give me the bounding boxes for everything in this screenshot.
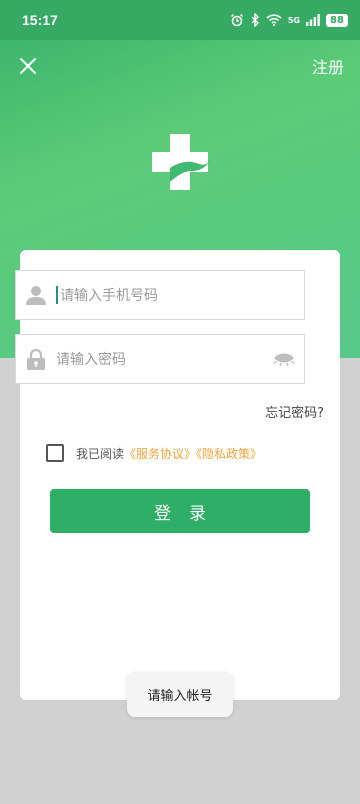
status-bar: 15:17 5G 88 [0, 0, 360, 40]
user-icon [16, 271, 56, 319]
lock-icon [16, 335, 56, 383]
battery-indicator: 88 [326, 13, 348, 27]
phone-field[interactable]: 请输入手机号码 [15, 270, 305, 320]
password-input[interactable]: 请输入密码 [56, 349, 264, 369]
medical-cross-hand-icon [152, 134, 211, 190]
forgot-password-link[interactable]: 忘记密码? [265, 402, 324, 421]
bluetooth-icon [250, 13, 260, 27]
password-field[interactable]: 请输入密码 [15, 334, 305, 384]
login-button[interactable]: 登录 [50, 489, 310, 533]
signal-icon [306, 14, 320, 26]
wifi-icon [266, 14, 282, 26]
status-icons: 5G 88 [230, 13, 348, 27]
agreement-text: 我已阅读《服务协议》《隐私政策》 [76, 445, 262, 462]
alarm-icon [230, 13, 244, 27]
password-placeholder: 请输入密码 [56, 352, 126, 368]
text-cursor [56, 286, 58, 304]
close-icon [20, 58, 36, 74]
service-agreement-link[interactable]: 《服务协议》 [124, 447, 196, 461]
eye-closed-icon [273, 353, 295, 366]
agreement-row: 我已阅读《服务协议》《隐私政策》 [46, 444, 262, 462]
app-logo [148, 130, 212, 194]
network-type-label: 5G [287, 15, 300, 25]
phone-input[interactable]: 请输入手机号码 [56, 285, 304, 305]
close-button[interactable] [16, 54, 40, 78]
register-link[interactable]: 注册 [312, 54, 344, 78]
agreement-prefix: 我已阅读 [76, 446, 125, 461]
top-navigation: 注册 [0, 44, 360, 88]
toast-message: 请输入帐号 [127, 672, 233, 717]
privacy-policy-link[interactable]: 《隐私政策》 [196, 447, 262, 461]
toggle-password-visibility[interactable] [264, 335, 304, 383]
status-time: 15:17 [22, 12, 58, 28]
agreement-checkbox[interactable] [46, 444, 64, 462]
phone-placeholder: 请输入手机号码 [60, 288, 158, 304]
